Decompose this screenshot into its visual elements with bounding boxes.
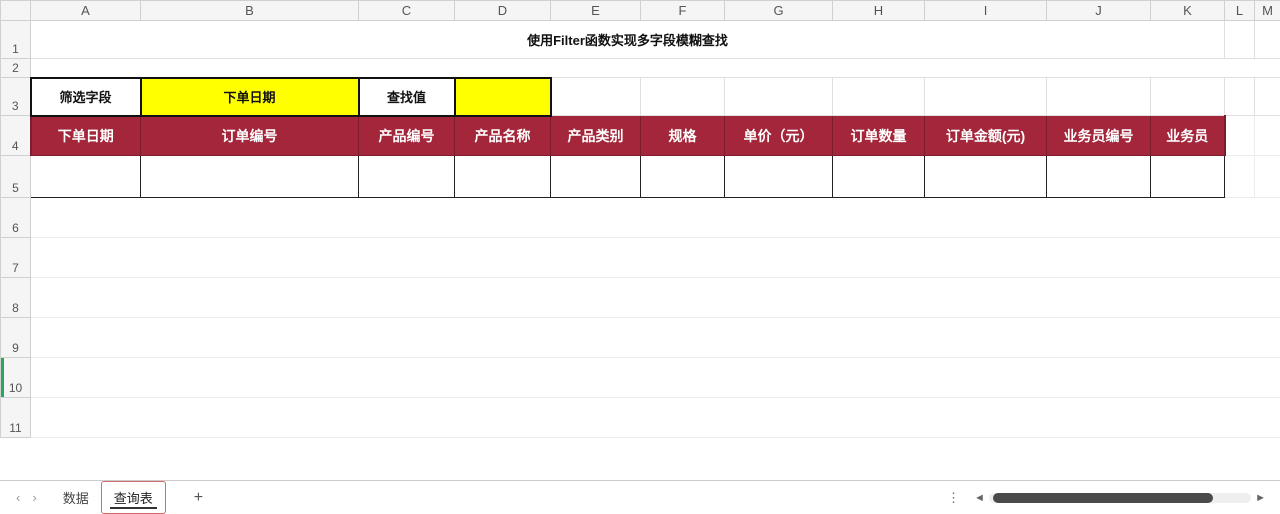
cell[interactable] (1255, 78, 1280, 116)
th-order-date: 下单日期 (31, 116, 141, 156)
tab-nav-prev-icon[interactable]: ‹ (16, 490, 20, 505)
col-header-L[interactable]: L (1225, 1, 1255, 21)
table-cell[interactable] (641, 156, 725, 198)
cell[interactable] (31, 198, 1280, 238)
table-cell[interactable] (833, 156, 925, 198)
th-product-name: 产品名称 (455, 116, 551, 156)
cell[interactable] (31, 318, 1280, 358)
row-header-6[interactable]: 6 (1, 198, 31, 238)
cell[interactable] (31, 59, 1280, 78)
th-order-no: 订单编号 (141, 116, 359, 156)
cell[interactable] (725, 78, 833, 116)
cell[interactable] (1225, 21, 1255, 59)
table-cell[interactable] (725, 156, 833, 198)
scroll-left-icon[interactable]: ◄ (970, 492, 989, 504)
filter-value-label: 查找值 (359, 78, 455, 116)
worksheet-grid[interactable]: A B C D E F G H I J K L M 1 使用Filter函数实现… (0, 0, 1280, 480)
th-product-no: 产品编号 (359, 116, 455, 156)
cell[interactable] (31, 398, 1280, 438)
cell[interactable] (31, 358, 1280, 398)
table-cell[interactable] (551, 156, 641, 198)
th-sales-no: 业务员编号 (1047, 116, 1151, 156)
table-cell[interactable] (359, 156, 455, 198)
col-header-G[interactable]: G (725, 1, 833, 21)
cell[interactable] (1047, 78, 1151, 116)
th-unit-price: 单价（元） (725, 116, 833, 156)
col-header-H[interactable]: H (833, 1, 925, 21)
cell[interactable] (31, 278, 1280, 318)
row-header-10[interactable]: 10 (1, 358, 31, 398)
select-all-corner[interactable] (1, 1, 31, 21)
cell[interactable] (31, 238, 1280, 278)
col-header-M[interactable]: M (1255, 1, 1280, 21)
table-cell[interactable] (1047, 156, 1151, 198)
row-header-9[interactable]: 9 (1, 318, 31, 358)
cell[interactable] (1151, 78, 1225, 116)
sheet-tab-bar: ‹ › 数据 查询表 + ⋮ ◄ ► (0, 480, 1280, 514)
th-amount: 订单金额(元) (925, 116, 1047, 156)
col-header-A[interactable]: A (31, 1, 141, 21)
th-spec: 规格 (641, 116, 725, 156)
cell[interactable] (1255, 116, 1280, 156)
th-qty: 订单数量 (833, 116, 925, 156)
filter-field-label: 筛选字段 (31, 78, 141, 116)
cell[interactable] (551, 78, 641, 116)
table-cell[interactable] (1151, 156, 1225, 198)
th-category: 产品类别 (551, 116, 641, 156)
cell[interactable] (925, 78, 1047, 116)
add-sheet-button[interactable]: + (186, 485, 211, 511)
table-cell[interactable] (141, 156, 359, 198)
table-cell[interactable] (31, 156, 141, 198)
scrollbar-track[interactable] (989, 493, 1251, 503)
scrollbar-thumb[interactable] (993, 493, 1213, 503)
cell[interactable] (1225, 116, 1255, 156)
col-header-F[interactable]: F (641, 1, 725, 21)
horizontal-scrollbar[interactable]: ◄ ► (970, 491, 1270, 505)
row-header-5[interactable]: 5 (1, 156, 31, 198)
row-header-8[interactable]: 8 (1, 278, 31, 318)
cell[interactable] (1255, 156, 1280, 198)
th-sales-name: 业务员 (1151, 116, 1225, 156)
sheet-tab-query[interactable]: 查询表 (101, 481, 166, 514)
row-header-1[interactable]: 1 (1, 21, 31, 59)
tab-options-icon[interactable]: ⋮ (947, 490, 970, 506)
col-header-B[interactable]: B (141, 1, 359, 21)
page-title: 使用Filter函数实现多字段模糊查找 (31, 21, 1225, 59)
table-cell[interactable] (925, 156, 1047, 198)
filter-value-input[interactable] (455, 78, 551, 116)
col-header-J[interactable]: J (1047, 1, 1151, 21)
col-header-E[interactable]: E (551, 1, 641, 21)
row-header-2[interactable]: 2 (1, 59, 31, 78)
tab-nav-next-icon[interactable]: › (32, 490, 36, 505)
sheet-tab-data[interactable]: 数据 (51, 482, 101, 513)
row-header-11[interactable]: 11 (1, 398, 31, 438)
col-header-D[interactable]: D (455, 1, 551, 21)
col-header-C[interactable]: C (359, 1, 455, 21)
cell[interactable] (1225, 78, 1255, 116)
row-header-4[interactable]: 4 (1, 116, 31, 156)
row-header-3[interactable]: 3 (1, 78, 31, 116)
cell[interactable] (1225, 156, 1255, 198)
table-cell[interactable] (455, 156, 551, 198)
cell[interactable] (641, 78, 725, 116)
cell[interactable] (1255, 21, 1280, 59)
cell[interactable] (833, 78, 925, 116)
row-header-7[interactable]: 7 (1, 238, 31, 278)
col-header-I[interactable]: I (925, 1, 1047, 21)
filter-field-value[interactable]: 下单日期 (141, 78, 359, 116)
scroll-right-icon[interactable]: ► (1251, 492, 1270, 504)
col-header-K[interactable]: K (1151, 1, 1225, 21)
